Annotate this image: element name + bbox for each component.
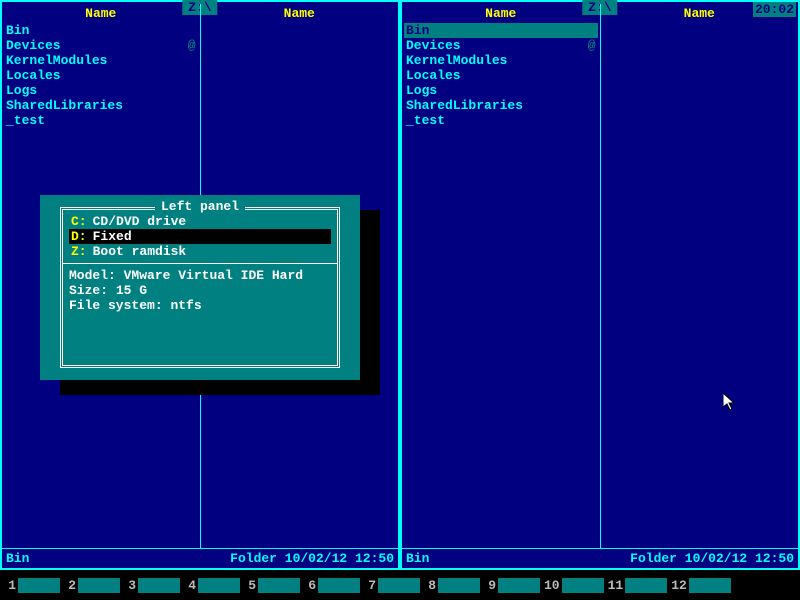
col-header: Name <box>402 4 600 23</box>
drive-item[interactable]: D:Fixed <box>69 229 331 244</box>
col-header: Name <box>201 4 399 23</box>
drive-item[interactable]: Z:Boot ramdisk <box>69 244 331 259</box>
fkey-4[interactable]: 4 <box>184 578 240 593</box>
drive-item[interactable]: C:CD/DVD drive <box>69 214 331 229</box>
right-footer-info: Folder 10/02/12 12:50 <box>630 551 794 566</box>
list-item[interactable]: Locales <box>4 68 198 83</box>
info-model-value: VMware Virtual IDE Hard <box>124 268 303 283</box>
left-file-list[interactable]: BinDevices@KernelModulesLocalesLogsShare… <box>2 23 200 128</box>
right-col-2: Name <box>601 4 799 548</box>
function-key-bar: 123456789101112 <box>0 570 800 600</box>
right-col-1: Name BinDevices@KernelModulesLocalesLogs… <box>402 4 601 548</box>
fkey-12[interactable]: 12 <box>671 578 731 593</box>
clock: 20:02 <box>753 2 796 17</box>
fkey-3[interactable]: 3 <box>124 578 180 593</box>
right-file-list[interactable]: BinDevices@KernelModulesLocalesLogsShare… <box>402 23 600 128</box>
list-item[interactable]: Devices@ <box>404 38 598 53</box>
list-item[interactable]: Locales <box>404 68 598 83</box>
list-item[interactable]: KernelModules <box>404 53 598 68</box>
dialog-title: Left panel <box>155 199 245 214</box>
drive-list[interactable]: C:CD/DVD driveD:FixedZ:Boot ramdisk <box>69 214 331 259</box>
list-item[interactable]: SharedLibraries <box>4 98 198 113</box>
left-footer-info: Folder 10/02/12 12:50 <box>230 551 394 566</box>
info-fs-value: ntfs <box>170 298 201 313</box>
right-footer-name: Bin <box>406 551 429 566</box>
fkey-6[interactable]: 6 <box>304 578 360 593</box>
fkey-2[interactable]: 2 <box>64 578 120 593</box>
list-item[interactable]: Bin <box>4 23 198 38</box>
fkey-11[interactable]: 11 <box>608 578 668 593</box>
col-header: Name <box>2 4 200 23</box>
dialog-separator <box>63 263 337 264</box>
list-item[interactable]: _test <box>4 113 198 128</box>
fkey-5[interactable]: 5 <box>244 578 300 593</box>
left-footer-name: Bin <box>6 551 29 566</box>
list-item[interactable]: Logs <box>404 83 598 98</box>
list-item[interactable]: _test <box>404 113 598 128</box>
fkey-7[interactable]: 7 <box>364 578 420 593</box>
info-size-value: 15 G <box>116 283 147 298</box>
list-item[interactable]: SharedLibraries <box>404 98 598 113</box>
fkey-1[interactable]: 1 <box>4 578 60 593</box>
list-item[interactable]: Bin <box>404 23 598 38</box>
info-size-label: Size: <box>69 283 108 298</box>
right-panel: Z:\ 20:02 Name BinDevices@KernelModulesL… <box>400 0 800 570</box>
list-item[interactable]: KernelModules <box>4 53 198 68</box>
fkey-10[interactable]: 10 <box>544 578 604 593</box>
fkey-8[interactable]: 8 <box>424 578 480 593</box>
info-model-label: Model: <box>69 268 116 283</box>
list-item[interactable]: Logs <box>4 83 198 98</box>
info-fs-label: File system: <box>69 298 163 313</box>
drive-select-dialog: Left panel C:CD/DVD driveD:FixedZ:Boot r… <box>40 195 360 380</box>
fkey-9[interactable]: 9 <box>484 578 540 593</box>
list-item[interactable]: Devices@ <box>4 38 198 53</box>
